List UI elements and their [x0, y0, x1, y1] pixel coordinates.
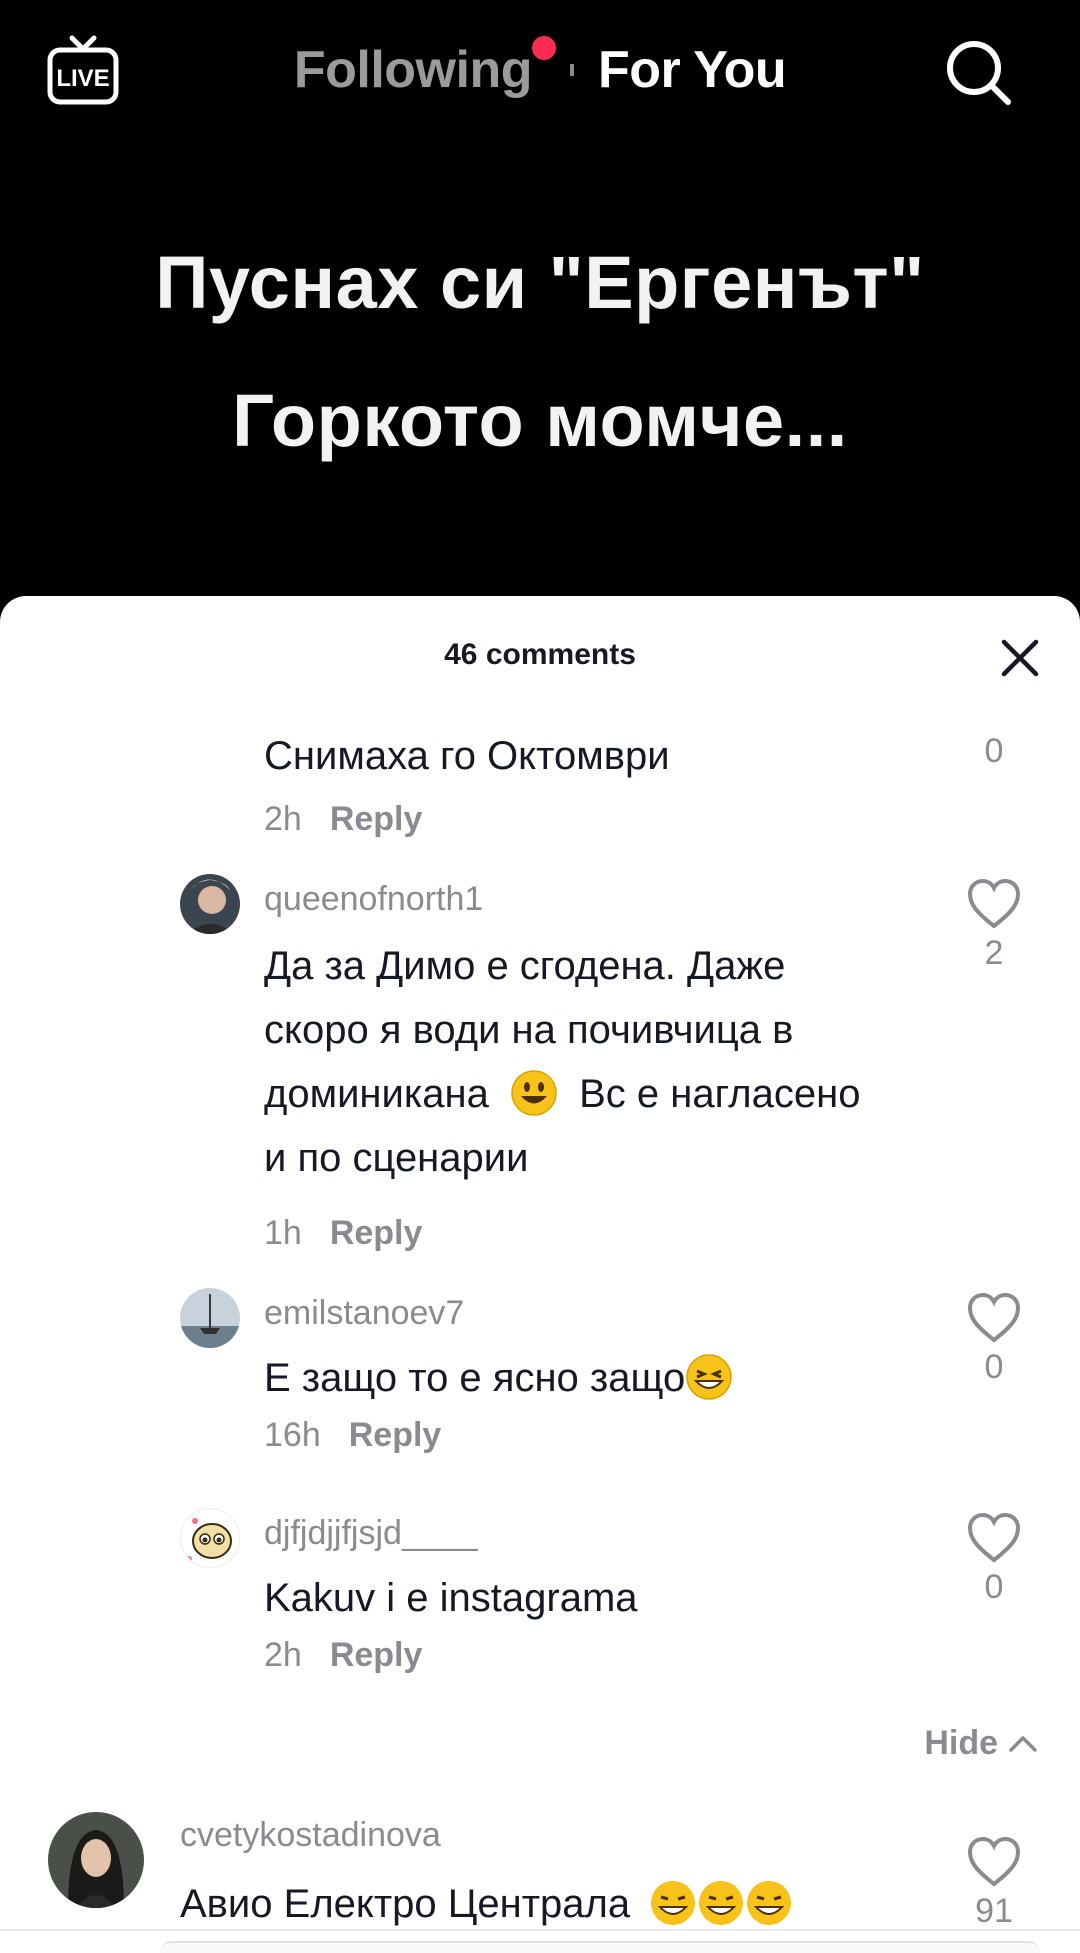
comment-input-bar[interactable] [160, 1941, 1040, 1953]
comment-meta: 2h Reply [264, 1636, 422, 1675]
like-count: 0 [984, 1568, 1004, 1606]
search-button[interactable] [944, 38, 1014, 108]
avatar[interactable] [180, 1288, 240, 1348]
notification-dot [531, 36, 556, 60]
like-count: 0 [984, 1348, 1004, 1386]
comment-text-segment: Е защо то е ясно защо [264, 1356, 686, 1400]
comment-text: Kakuv i e instagrama [264, 1576, 638, 1620]
comment-text-segment: Авио Електро Централа [180, 1882, 631, 1926]
reply-button[interactable]: Reply [330, 1214, 423, 1252]
chevron-up-icon [1009, 1735, 1037, 1752]
comment-input-divider [0, 1929, 1080, 1931]
heart-icon [967, 878, 1021, 929]
like-button[interactable]: 2 [964, 878, 1024, 973]
comment-username[interactable]: queenofnorth1 [264, 880, 483, 919]
video-player[interactable]: LIVE Following For You Пуснах си "Ергенъ… [0, 0, 1080, 620]
comment-text-segment: Вс е нагласено [579, 1072, 861, 1116]
avatar[interactable] [180, 874, 240, 934]
reply-button[interactable]: Reply [330, 800, 423, 838]
tab-following-label: Following [293, 41, 533, 99]
like-count: 0 [984, 732, 1004, 770]
comment-item: cvetykostadinova Авио Електро Централа 9… [0, 1812, 1080, 1953]
reply-button[interactable]: Reply [349, 1416, 442, 1454]
comment-username[interactable]: emilstanoev7 [264, 1294, 464, 1333]
like-count-only[interactable]: 0 [964, 728, 1024, 771]
comment-text: Авио Електро Централа [180, 1872, 900, 1936]
comment-meta: 1h Reply [264, 1214, 422, 1253]
comment-text: Е защо то е ясно защо [264, 1346, 924, 1410]
comments-count-title: 46 comments [444, 638, 636, 671]
feed-tabs: Following For You [0, 36, 1080, 102]
comment-username[interactable]: djfjdjjfjsjd____ [264, 1514, 478, 1553]
heart-icon [967, 1512, 1021, 1563]
close-icon [1001, 639, 1039, 677]
hide-replies-label: Hide [924, 1724, 998, 1762]
tears-of-joy-emoji-icon [651, 1881, 696, 1925]
grinning-squinting-emoji-icon [686, 1354, 732, 1400]
like-button[interactable]: 0 [964, 1512, 1024, 1607]
comment-time: 2h [264, 800, 302, 838]
comment-text-line: Да за Димо е сгодена. Даже [264, 944, 786, 988]
like-count: 91 [975, 1892, 1013, 1930]
search-icon [947, 41, 1011, 105]
tab-separator [569, 64, 574, 76]
tears-of-joy-emoji-icon [747, 1881, 792, 1925]
comment-time: 16h [264, 1416, 321, 1454]
comment-text-line: доминикана Вс е нагласено [264, 1062, 964, 1126]
video-caption-line-2: Горкото момче... [232, 379, 848, 462]
avatar[interactable] [48, 1812, 144, 1908]
comment-text-line: и по сценарии [264, 1136, 529, 1180]
hide-replies-button[interactable]: Hide [924, 1724, 1040, 1763]
like-button[interactable]: 91 [964, 1836, 1024, 1931]
smiley-emoji-icon [511, 1070, 557, 1116]
comment-text: Снимаха го Октомври [264, 734, 670, 778]
comment-username[interactable]: cvetykostadinova [180, 1816, 441, 1855]
comment-item: djfjdjjfjsjd____ Kakuv i e instagrama 2h… [0, 1508, 1080, 1688]
comment-item: emilstanoev7 Е защо то е ясно защо 16h Re… [0, 1288, 1080, 1468]
comment-meta: 16h Reply [264, 1416, 441, 1455]
comments-header: 46 comments [0, 596, 1080, 716]
like-button[interactable]: 0 [964, 1292, 1024, 1387]
comment-time: 2h [264, 1636, 302, 1674]
avatar[interactable] [180, 1508, 240, 1568]
video-caption-line-1: Пуснах си "Ергенът" [155, 241, 925, 324]
comment-item: Снимаха го Октомври 2h Reply 0 [0, 724, 1080, 838]
comments-sheet: 46 comments Снимаха го Октомври 2h Reply … [0, 596, 1080, 1953]
close-comments-button[interactable] [994, 632, 1046, 684]
comment-time: 1h [264, 1214, 302, 1252]
comment-item: queenofnorth1 Да за Димо е сгодена. Даже… [0, 874, 1080, 1274]
tab-following[interactable]: Following [293, 36, 556, 100]
comment-text-line: скоро я води на почивчица в [264, 1008, 794, 1052]
comment-text: Да за Димо е сгодена. Даже скоро я води … [264, 934, 964, 1190]
comment-text-segment: доминикана [264, 1072, 489, 1116]
heart-icon [967, 1836, 1021, 1887]
comment-meta: 2h Reply [264, 800, 422, 839]
like-count: 2 [984, 934, 1004, 972]
tab-for-you[interactable]: For You [598, 40, 787, 100]
reply-button[interactable]: Reply [330, 1636, 423, 1674]
tears-of-joy-emoji-icon [699, 1881, 744, 1925]
heart-icon [967, 1292, 1021, 1343]
top-bar: LIVE Following For You [0, 0, 1080, 140]
